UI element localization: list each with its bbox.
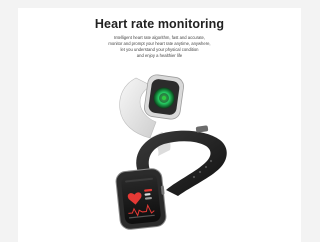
- smartwatch-illustration: [115, 74, 227, 230]
- product-page: Heart rate monitoring Intelligent heart …: [0, 0, 319, 242]
- black-watch: [115, 125, 227, 230]
